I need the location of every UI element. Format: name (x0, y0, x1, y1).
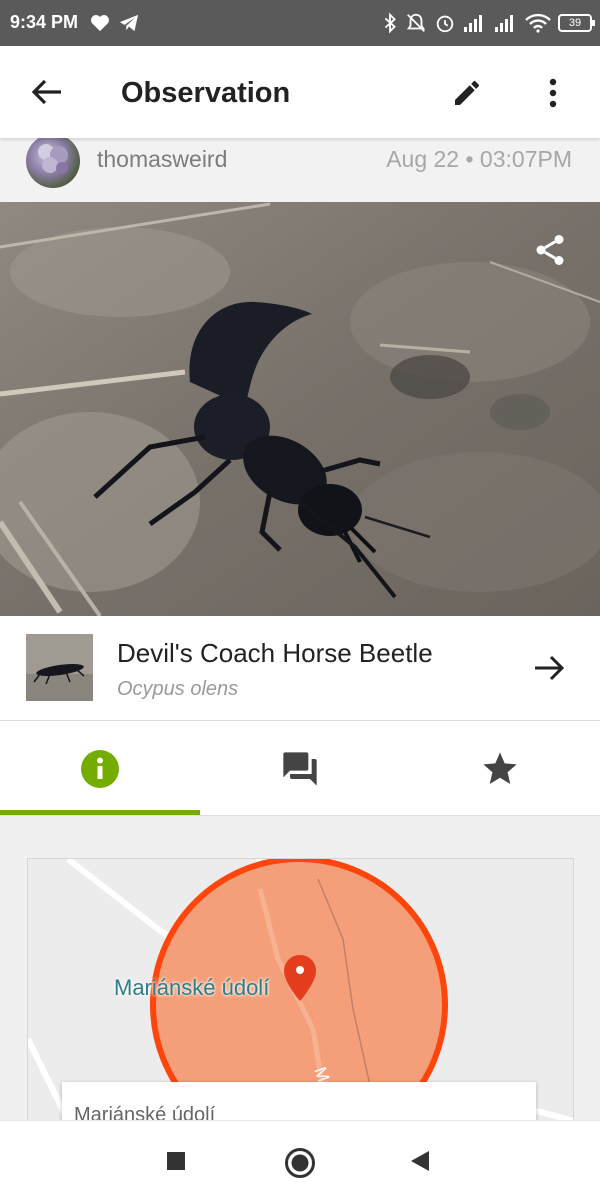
signal-icon (495, 15, 513, 32)
arrow-left-icon (31, 79, 61, 105)
taxon-scientific-name: Ocypus olens (117, 678, 239, 700)
taxon-thumbnail (26, 634, 93, 701)
battery-indicator: 39 (558, 14, 595, 32)
more-vertical-icon (549, 78, 557, 108)
pencil-icon (455, 80, 480, 105)
comments-icon (283, 751, 317, 786)
home-circle-icon (285, 1148, 315, 1178)
share-button[interactable] (530, 230, 570, 270)
tab-info[interactable] (0, 721, 200, 816)
notification-icons (90, 11, 140, 35)
app-bar: Observation (0, 46, 600, 138)
recents-square-icon (167, 1152, 185, 1170)
alarm-icon (436, 15, 454, 33)
bluetooth-icon (384, 12, 396, 34)
mute-icon (406, 13, 426, 32)
open-taxon-button[interactable] (527, 646, 571, 690)
telegram-icon (119, 14, 139, 32)
tab-divider (0, 815, 600, 816)
observation-datetime: Aug 22 • 03:07PM (386, 146, 572, 172)
info-icon (81, 749, 119, 788)
status-time: 9:34 PM (10, 12, 79, 32)
avatar[interactable] (26, 134, 80, 188)
taxon-common-name: Devil's Coach Horse Beetle (117, 638, 433, 668)
star-icon (483, 751, 517, 784)
back-triangle-icon (411, 1151, 429, 1171)
back-button[interactable] (24, 68, 70, 116)
wifi-icon (525, 13, 551, 33)
system-nav-bar (0, 1120, 600, 1201)
status-bar: 9:34 PM 39 (0, 0, 600, 46)
back-nav-button[interactable] (402, 1143, 438, 1179)
overflow-menu-button[interactable] (536, 72, 570, 114)
edit-button[interactable] (446, 72, 488, 114)
arrow-right-icon (535, 655, 565, 681)
share-icon (536, 235, 564, 265)
tab-bar (0, 721, 600, 816)
signal-icon (464, 15, 482, 32)
tab-favorites[interactable] (400, 721, 600, 816)
heart-icon (91, 15, 109, 32)
observer-row: thomasweird Aug 22 • 03:07PM (0, 134, 600, 202)
tab-activity[interactable] (200, 721, 400, 816)
system-icons: 39 (382, 9, 595, 37)
home-button[interactable] (280, 1143, 320, 1183)
page-title: Observation (121, 77, 291, 109)
observation-photo[interactable] (0, 202, 600, 616)
observer-username[interactable]: thomasweird (97, 146, 227, 173)
taxon-row[interactable]: Devil's Coach Horse Beetle Ocypus olens (0, 616, 600, 721)
map-place-label: Mariánské údolí (114, 975, 270, 1000)
recents-button[interactable] (158, 1143, 194, 1179)
